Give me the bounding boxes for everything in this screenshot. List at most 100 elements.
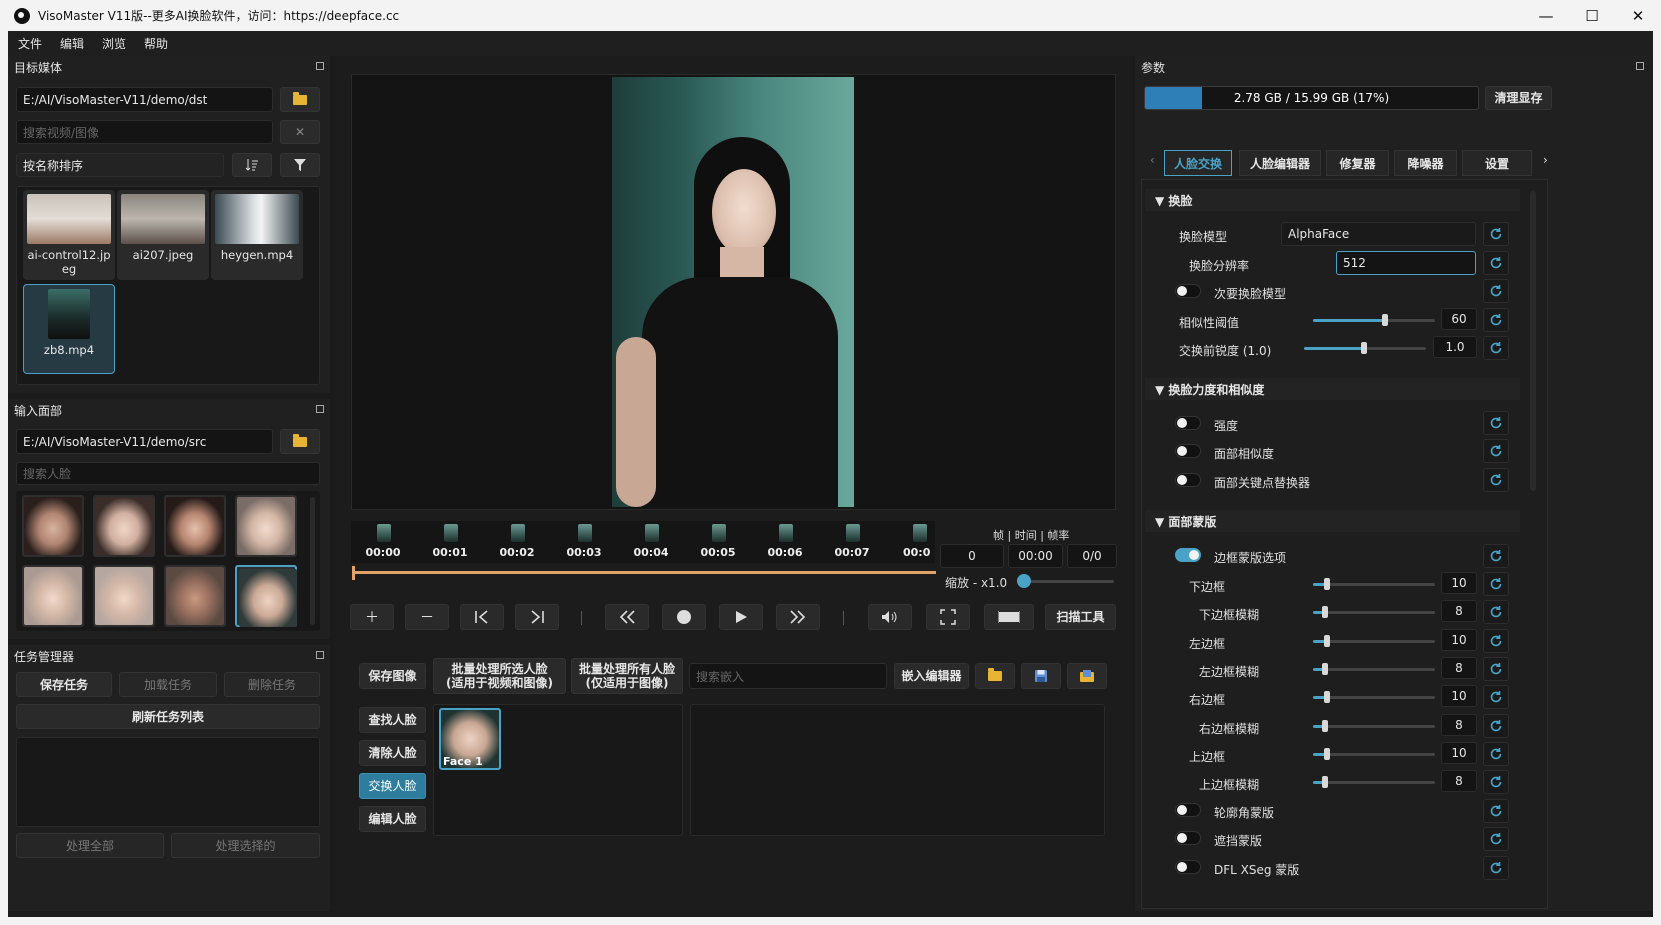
slider-knob[interactable]	[1322, 776, 1328, 788]
batch-all-faces-button[interactable]: 批量处理所有人脸 (仅适用于图像)	[571, 658, 683, 694]
top-border-slider[interactable]	[1313, 753, 1435, 756]
open-embed-folder-button[interactable]	[975, 663, 1015, 689]
detected-face[interactable]: Face 1	[439, 708, 501, 770]
seek-bar[interactable]	[354, 571, 936, 574]
reset-parameter-button[interactable]	[1483, 714, 1509, 738]
media-item[interactable]: heygen.mp4	[211, 190, 303, 280]
clear-search-button[interactable]: ✕	[280, 120, 320, 144]
fps-field[interactable]: 0/0	[1067, 544, 1117, 568]
bottom-border-slider[interactable]	[1313, 583, 1435, 586]
reset-parameter-button[interactable]	[1483, 544, 1509, 568]
tab-settings[interactable]: 设置	[1462, 150, 1532, 176]
media-item[interactable]: ai207.jpeg	[117, 190, 209, 280]
slider-knob[interactable]	[1324, 691, 1330, 703]
swap-resolution-dropdown[interactable]: 512	[1336, 251, 1476, 275]
slider-knob[interactable]	[1324, 748, 1330, 760]
media-item[interactable]: ai-control12.jpeg	[23, 190, 115, 280]
faces-folder-button[interactable]	[280, 429, 320, 454]
reset-parameter-button[interactable]	[1483, 742, 1509, 766]
right-border-value[interactable]: 10	[1441, 685, 1477, 707]
fullscreen-button[interactable]	[926, 604, 970, 630]
top-border-value[interactable]: 10	[1441, 742, 1477, 764]
view-mode-button[interactable]	[984, 604, 1034, 630]
prev-marker-button[interactable]	[460, 604, 504, 630]
reset-parameter-button[interactable]	[1483, 799, 1509, 823]
reset-parameter-button[interactable]	[1483, 827, 1509, 851]
right-blur-value[interactable]: 8	[1441, 714, 1477, 736]
tab-denoiser[interactable]: 降噪器	[1394, 150, 1457, 176]
reset-parameter-button[interactable]	[1483, 572, 1509, 596]
section-face-mask[interactable]: ▼ 面部蒙版	[1145, 510, 1520, 532]
section-strength-similarity[interactable]: ▼ 换脸力度和相似度	[1145, 378, 1520, 400]
search-embed-input[interactable]: 搜索嵌入	[689, 663, 887, 689]
slider-knob[interactable]	[1324, 635, 1330, 647]
embed-editor-button[interactable]: 嵌入编辑器	[894, 663, 969, 689]
left-blur-value[interactable]: 8	[1441, 657, 1477, 679]
top-blur-slider[interactable]	[1313, 781, 1435, 784]
reset-parameter-button[interactable]	[1483, 629, 1509, 653]
load-task-button[interactable]: 加载任务	[119, 672, 217, 697]
reset-parameter-button[interactable]	[1483, 336, 1509, 360]
swap-model-dropdown[interactable]: AlphaFace	[1281, 222, 1476, 246]
sharpness-slider-knob[interactable]	[1361, 342, 1367, 354]
tabs-scroll-right-icon[interactable]: ›	[1543, 153, 1548, 167]
clear-vram-button[interactable]: 清理显存	[1485, 86, 1552, 110]
process-selected-button[interactable]: 处理选择的	[171, 833, 320, 858]
refresh-task-list-button[interactable]: 刷新任务列表	[16, 704, 320, 729]
slider-knob[interactable]	[1322, 663, 1328, 675]
similarity-slider-knob[interactable]	[1382, 314, 1388, 326]
frame-number-field[interactable]: 0	[940, 544, 1004, 568]
dock-float-icon[interactable]	[316, 62, 324, 70]
seek-handle[interactable]	[352, 566, 355, 580]
input-face-selected[interactable]	[235, 565, 297, 627]
time-field[interactable]: 00:00	[1008, 544, 1063, 568]
reset-parameter-button[interactable]	[1483, 468, 1509, 492]
timeline-frame[interactable]: 00:03	[554, 521, 614, 563]
sort-order-button[interactable]	[232, 153, 272, 177]
similarity-value[interactable]: 60	[1441, 308, 1477, 330]
bottom-blur-value[interactable]: 8	[1441, 600, 1477, 622]
input-face[interactable]	[164, 565, 226, 627]
left-border-slider[interactable]	[1313, 640, 1435, 643]
save-embed-as-button[interactable]	[1067, 663, 1107, 689]
dock-float-icon[interactable]	[316, 405, 324, 413]
timeline-strip[interactable]: 00:00 00:01 00:02 00:03 00:04 00:05 00:0…	[351, 521, 935, 563]
bottom-border-value[interactable]: 10	[1441, 572, 1477, 594]
reset-parameter-button[interactable]	[1483, 279, 1509, 303]
reset-parameter-button[interactable]	[1483, 439, 1509, 463]
timeline-frame[interactable]: 00:04	[621, 521, 681, 563]
tab-restorer[interactable]: 修复器	[1326, 150, 1389, 176]
section-face-swap[interactable]: ▼ 换脸	[1145, 189, 1520, 211]
reset-parameter-button[interactable]	[1483, 411, 1509, 435]
slider-knob[interactable]	[1322, 720, 1328, 732]
menu-help[interactable]: 帮助	[144, 35, 168, 52]
maximize-button[interactable]: ☐	[1569, 0, 1615, 31]
target-search-input[interactable]: 搜索视频/图像	[16, 120, 273, 144]
faces-search-input[interactable]: 搜索人脸	[16, 462, 320, 485]
reset-parameter-button[interactable]	[1483, 657, 1509, 681]
embeddings-area[interactable]	[690, 704, 1105, 836]
media-item-selected[interactable]: zb8.mp4	[23, 284, 115, 374]
media-viewer[interactable]	[351, 74, 1116, 510]
slider-knob[interactable]	[1324, 578, 1330, 590]
input-face[interactable]	[22, 565, 84, 627]
timeline-frame[interactable]: 00:0	[889, 521, 935, 563]
target-folder-button[interactable]	[280, 87, 320, 112]
menu-file[interactable]: 文件	[18, 35, 42, 52]
left-blur-slider[interactable]	[1313, 668, 1435, 671]
filter-button[interactable]	[280, 153, 320, 177]
input-face[interactable]	[93, 495, 155, 557]
remove-marker-button[interactable]: －	[405, 604, 449, 630]
menu-view[interactable]: 浏览	[102, 35, 126, 52]
slider-knob[interactable]	[1322, 606, 1328, 618]
close-button[interactable]: ✕	[1615, 0, 1661, 31]
reset-parameter-button[interactable]	[1483, 251, 1509, 275]
tabs-scroll-left-icon[interactable]: ‹	[1150, 153, 1155, 167]
minimize-button[interactable]: —	[1523, 0, 1569, 31]
volume-button[interactable]	[868, 604, 912, 630]
landmark-replacer-toggle[interactable]	[1175, 473, 1201, 487]
delete-task-button[interactable]: 删除任务	[224, 672, 320, 697]
input-face[interactable]	[235, 495, 297, 557]
swap-faces-button[interactable]: 交换人脸	[359, 773, 426, 799]
timeline-frame[interactable]: 00:02	[487, 521, 547, 563]
